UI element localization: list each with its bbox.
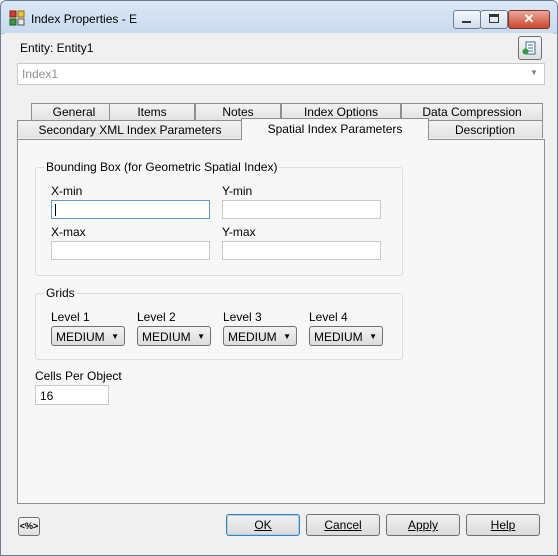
level-1-select[interactable]: MEDIUM ▼ [51, 326, 125, 346]
index-select-value: Index1 [22, 67, 59, 81]
spatial-index-panel: Bounding Box (for Geometric Spatial Inde… [17, 139, 545, 504]
level-4-value: MEDIUM [314, 330, 363, 344]
level-4-label: Level 4 [309, 310, 348, 324]
level-3-label: Level 3 [223, 310, 262, 324]
chevron-down-icon: ▼ [369, 332, 377, 341]
level-1-value: MEDIUM [56, 330, 105, 344]
close-icon: ✕ [523, 11, 535, 26]
maximize-icon [489, 14, 499, 23]
level-2-value: MEDIUM [142, 330, 191, 344]
level-1-label: Level 1 [51, 310, 90, 324]
chevron-down-icon: ▼ [283, 332, 291, 341]
window-title: Index Properties - E [31, 12, 138, 26]
ymax-label: Y-max [222, 225, 256, 239]
level-2-select[interactable]: MEDIUM ▼ [137, 326, 211, 346]
cancel-button[interactable]: Cancel [306, 514, 380, 536]
ymin-label: Y-min [222, 184, 253, 198]
dialog-content: Entity: Entity1 Index1 ▼ General Items N… [5, 33, 553, 551]
minimize-icon [462, 21, 471, 23]
tab-general[interactable]: General [31, 103, 117, 120]
title-bar[interactable]: Index Properties - E ✕ [1, 1, 557, 34]
close-button[interactable]: ✕ [508, 10, 550, 29]
xmin-input[interactable] [51, 200, 210, 219]
maximize-button[interactable] [480, 10, 508, 29]
bounding-box-title: Bounding Box (for Geometric Spatial Inde… [44, 160, 280, 174]
cells-per-object-value: 16 [40, 389, 54, 403]
bounding-box-group: Bounding Box (for Geometric Spatial Inde… [35, 160, 403, 276]
tab-items[interactable]: Items [109, 103, 195, 120]
minimize-button[interactable] [453, 10, 481, 29]
index-select[interactable]: Index1 ▼ [17, 63, 545, 85]
text-caret [55, 204, 56, 216]
xmax-label: X-max [51, 225, 86, 239]
level-3-select[interactable]: MEDIUM ▼ [223, 326, 297, 346]
grids-title: Grids [44, 286, 77, 300]
xmax-input[interactable] [51, 241, 210, 260]
cells-per-object-input[interactable]: 16 [35, 385, 109, 405]
grids-group: Grids Level 1 MEDIUM ▼ Level 2 MEDIUM ▼ … [35, 286, 403, 360]
index-properties-window: Index Properties - E ✕ Entity: Entity1 I… [0, 0, 558, 556]
apply-button[interactable]: Apply [386, 514, 460, 536]
chevron-down-icon: ▼ [197, 332, 205, 341]
level-3-value: MEDIUM [228, 330, 277, 344]
level-4-select[interactable]: MEDIUM ▼ [309, 326, 383, 346]
ymax-input[interactable] [222, 241, 381, 260]
ok-button[interactable]: OK [226, 514, 300, 536]
chevron-down-icon: ▼ [111, 332, 119, 341]
cells-per-object-label: Cells Per Object [35, 369, 122, 383]
tab-spatial-index-parameters[interactable]: Spatial Index Parameters [241, 118, 429, 140]
code-button[interactable]: <%> [18, 517, 40, 536]
entity-label: Entity: Entity1 [20, 41, 94, 55]
tab-secondary-xml-index-parameters[interactable]: Secondary XML Index Parameters [17, 120, 243, 138]
help-button[interactable]: Help [466, 514, 540, 536]
chevron-down-icon: ▼ [530, 68, 538, 77]
tab-description[interactable]: Description [427, 120, 543, 138]
app-icon [9, 10, 25, 26]
ymin-input[interactable] [222, 200, 381, 219]
xmin-label: X-min [51, 184, 83, 198]
new-index-button[interactable] [518, 36, 542, 60]
new-index-icon [522, 41, 536, 55]
level-2-label: Level 2 [137, 310, 176, 324]
